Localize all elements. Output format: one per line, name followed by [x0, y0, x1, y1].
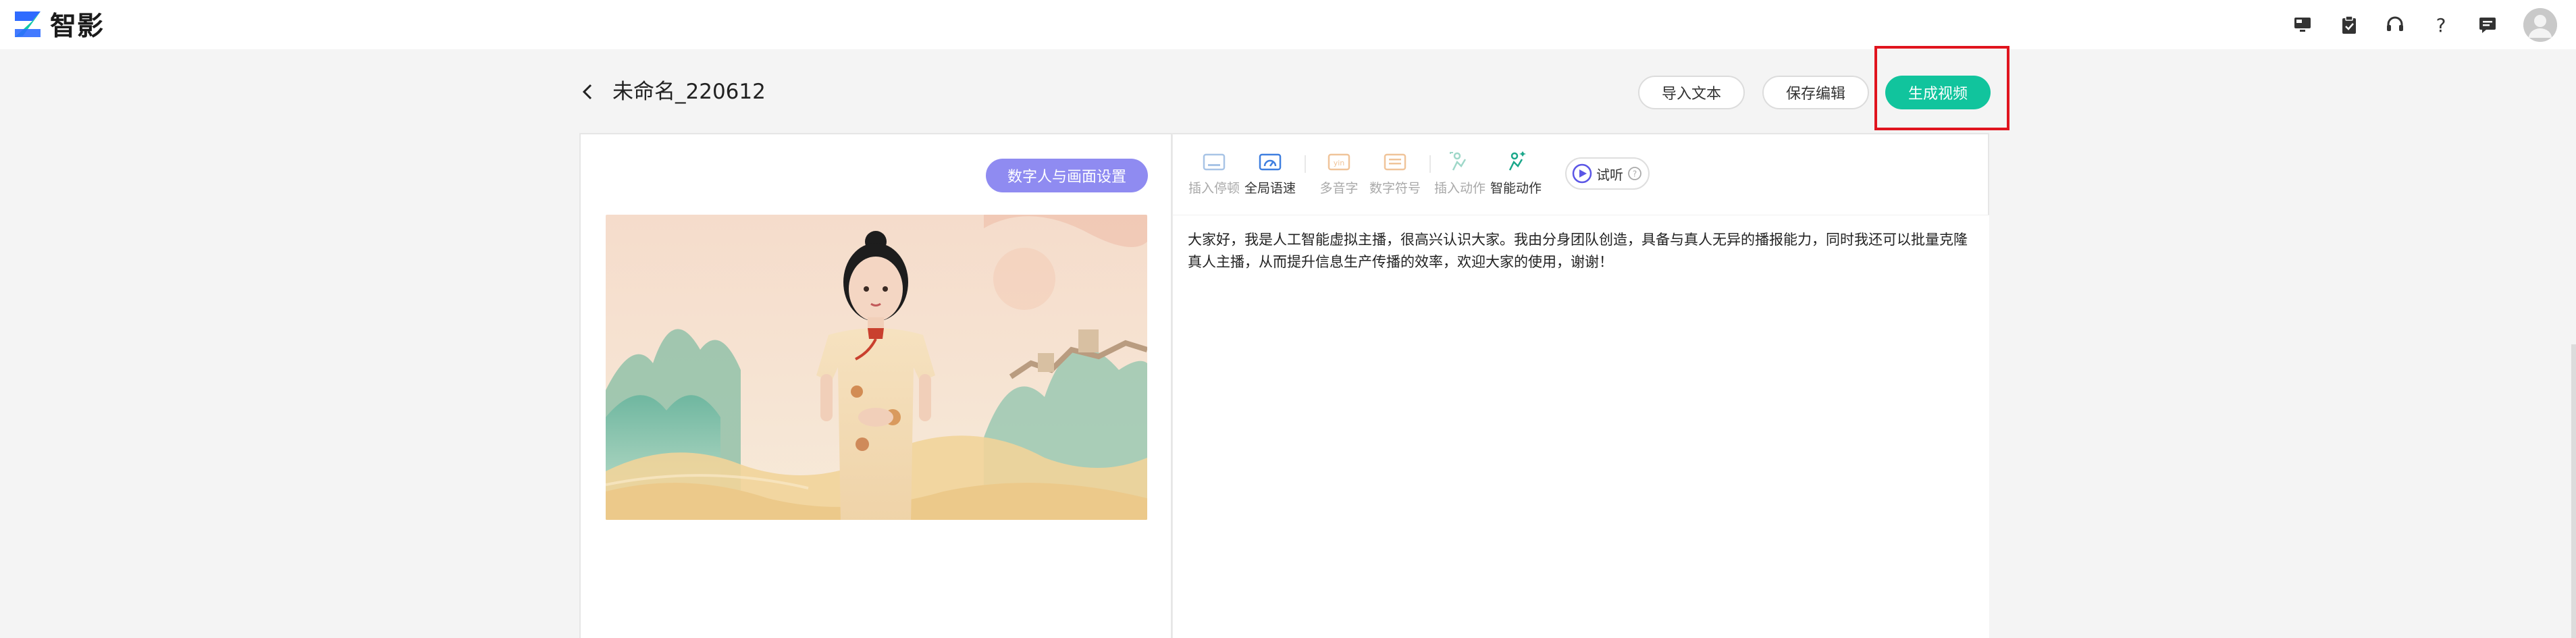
polyphone-icon: yin	[1328, 153, 1350, 171]
headset-icon[interactable]	[2384, 14, 2407, 36]
digital-human-preview[interactable]	[606, 215, 1147, 520]
svg-text:?: ?	[1633, 169, 1637, 179]
avatar-scene-settings-button[interactable]: 数字人与画面设置	[986, 159, 1148, 192]
polyphone-tool[interactable]: yin 多音字	[1309, 150, 1369, 196]
top-bar: 智影 ?	[0, 0, 2576, 49]
audition-button[interactable]: 试听 ?	[1565, 157, 1650, 190]
save-edit-button[interactable]: 保存编辑	[1762, 76, 1869, 109]
number-symbol-tool[interactable]: 数字符号	[1365, 150, 1425, 196]
user-avatar[interactable]	[2523, 8, 2557, 42]
clipboard-check-icon[interactable]	[2338, 14, 2361, 36]
number-symbol-icon	[1384, 153, 1407, 171]
smart-action-icon	[1508, 151, 1526, 171]
insert-action-icon	[1450, 152, 1467, 171]
app-logo[interactable]: 智影	[12, 7, 105, 42]
app-name: 智影	[50, 11, 105, 42]
insert-action-tool[interactable]: 插入动作	[1429, 150, 1490, 196]
toolbar-separator	[1305, 155, 1306, 173]
logo-mark-icon	[15, 11, 41, 37]
import-text-button[interactable]: 导入文本	[1638, 76, 1745, 109]
generate-video-button[interactable]: 生成视频	[1885, 76, 1991, 109]
global-speed-tool[interactable]: 全局语速	[1240, 150, 1300, 196]
document-title[interactable]: 未命名_220612	[612, 78, 766, 106]
help-icon[interactable]: ?	[2429, 14, 2452, 36]
help-circle-icon[interactable]: ?	[1627, 166, 1642, 181]
monitor-icon[interactable]	[2291, 14, 2314, 36]
svg-text:yin: yin	[1334, 159, 1345, 167]
scrollbar-track[interactable]	[2571, 344, 2576, 638]
pause-insert-icon	[1203, 153, 1226, 171]
insert-pause-tool[interactable]: 插入停顿	[1184, 150, 1244, 196]
play-circle-icon	[1572, 163, 1592, 184]
script-text-editor[interactable]: 大家好，我是人工智能虚拟主播，很高兴认识大家。我由分身团队创造，具备与真人无异的…	[1173, 215, 1989, 638]
message-icon[interactable]	[2476, 14, 2499, 36]
back-chevron-icon[interactable]	[579, 80, 596, 104]
preview-scene-image	[606, 215, 1147, 520]
smart-action-tool[interactable]: 智能动作	[1486, 150, 1546, 196]
speed-gauge-icon	[1259, 153, 1282, 171]
